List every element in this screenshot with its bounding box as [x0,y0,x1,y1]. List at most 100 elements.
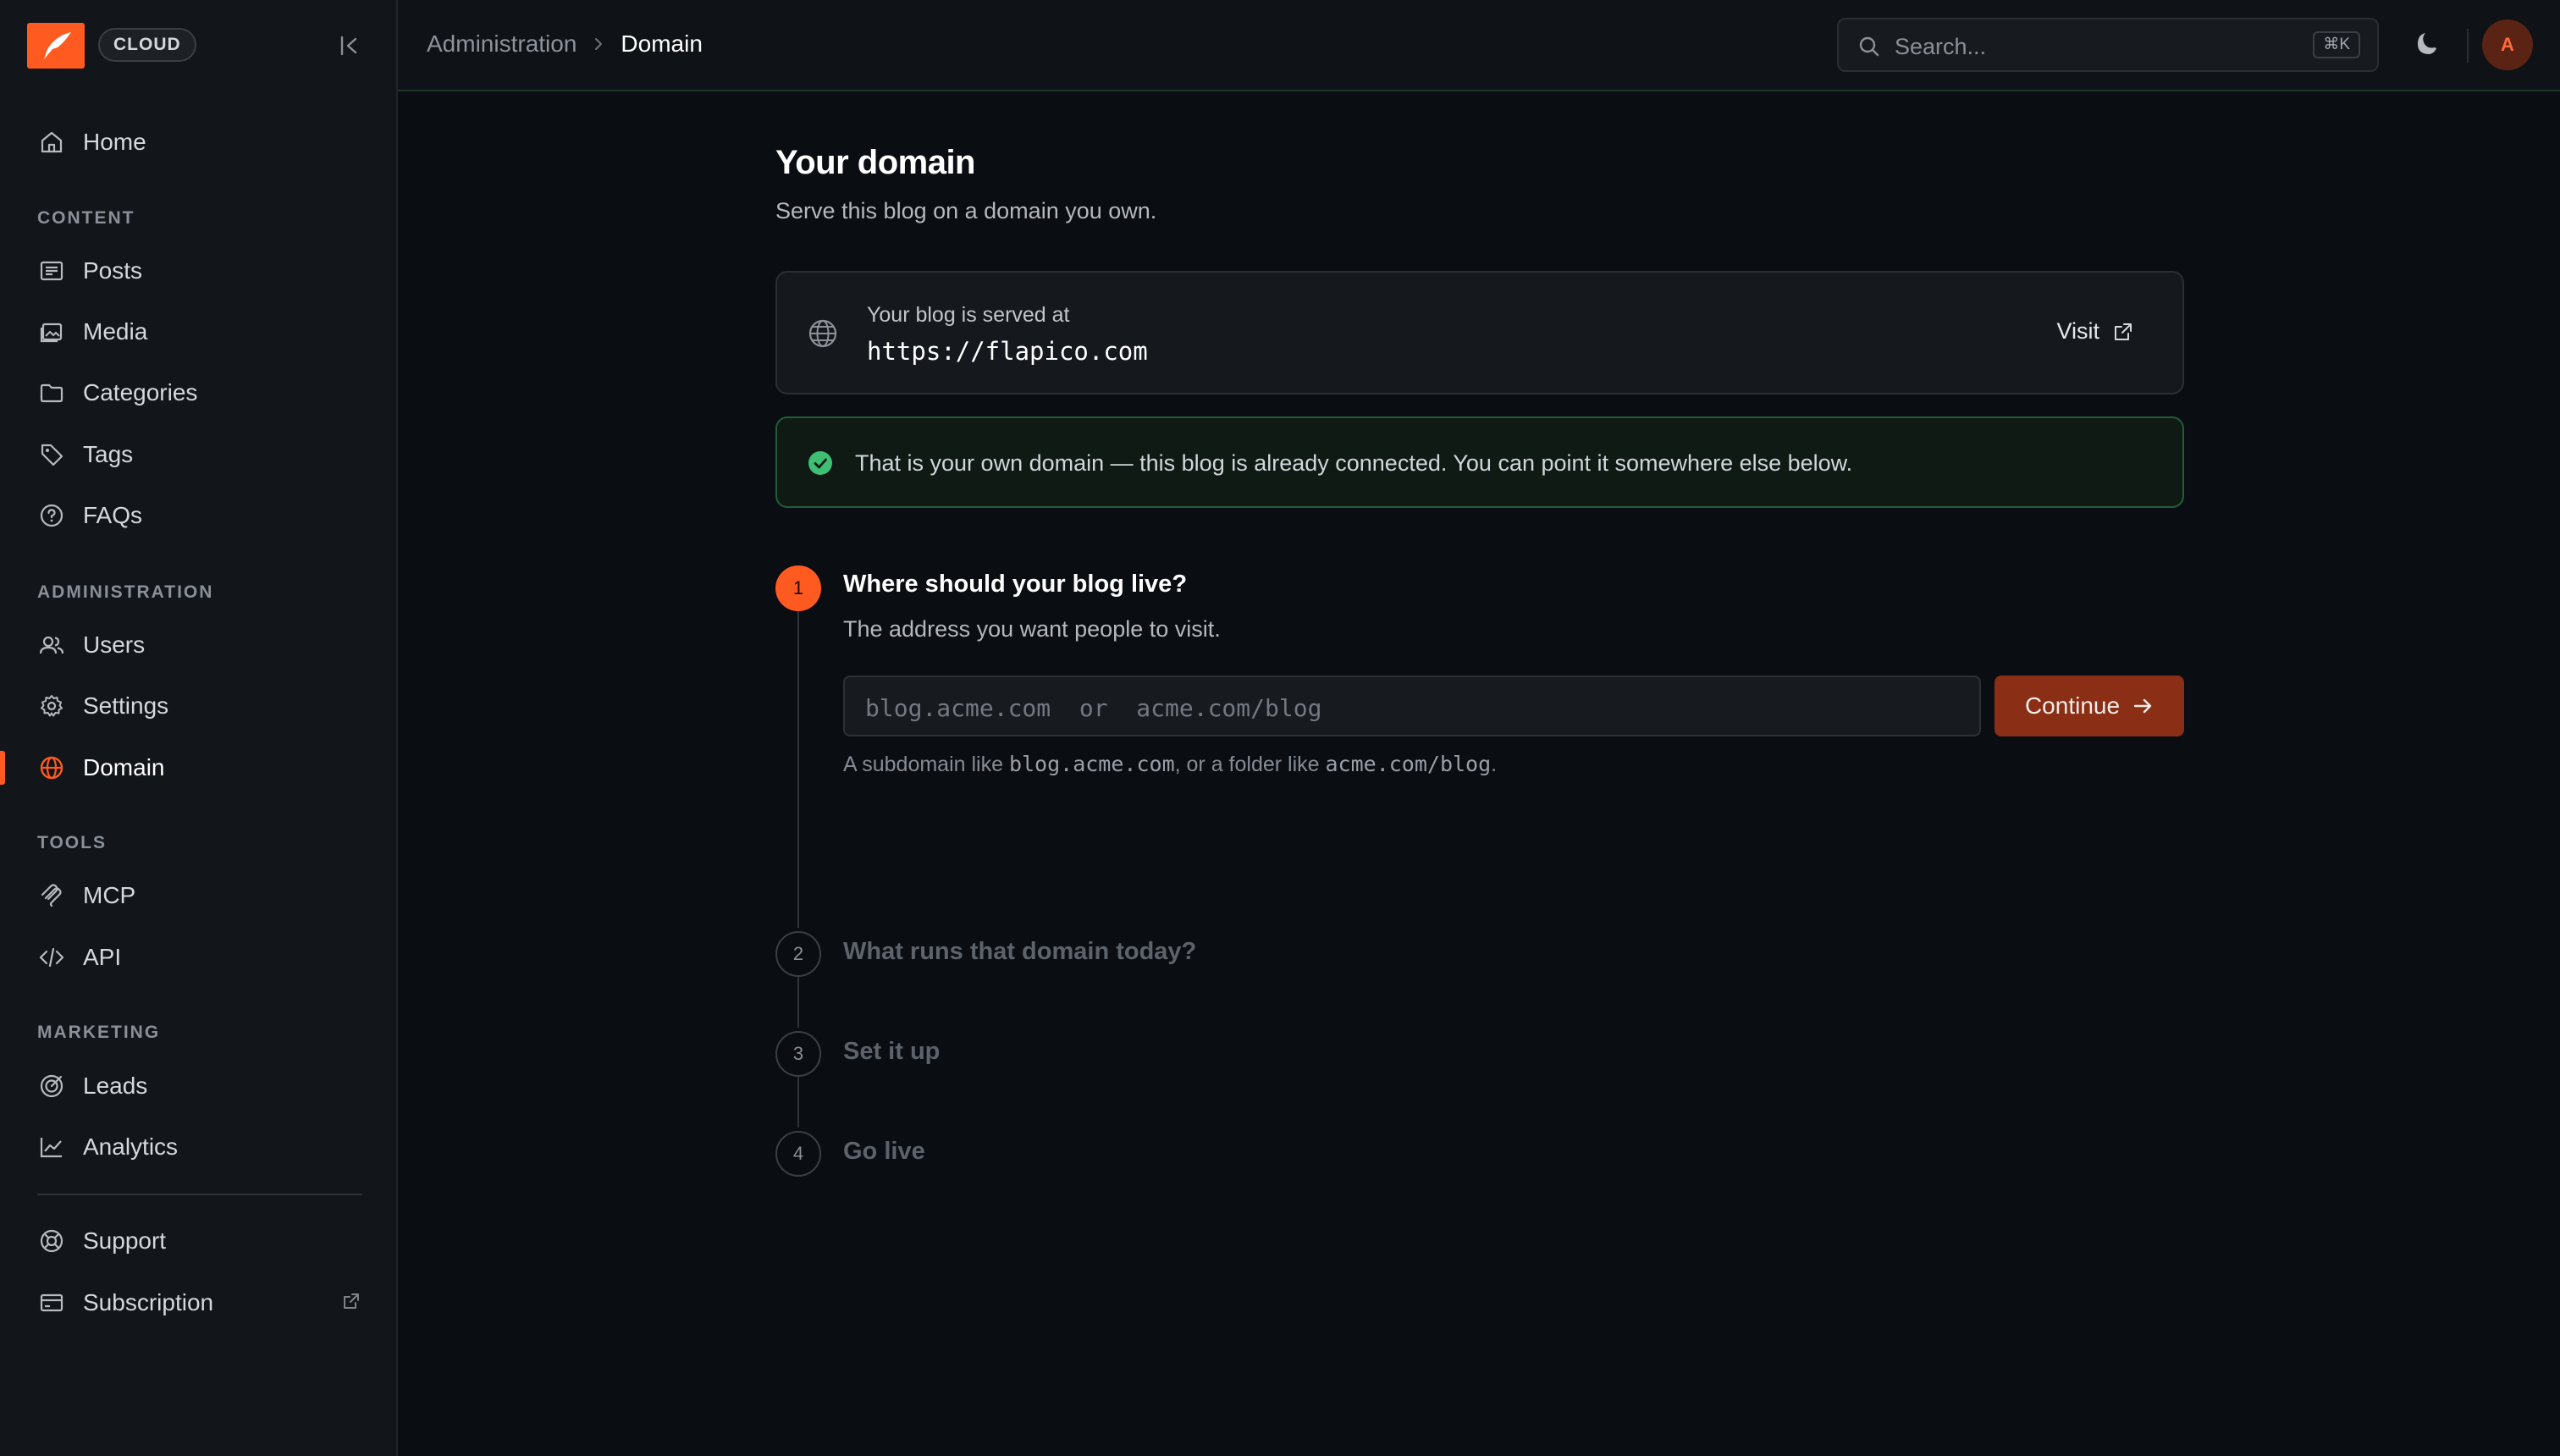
sidebar-item-domain[interactable]: Domain [0,742,398,793]
sidebar-item-label: Categories [83,379,198,405]
visit-label: Visit [2056,318,2099,344]
continue-button[interactable]: Continue [1994,676,2184,736]
step-title-2: What runs that domain today? [843,938,1197,965]
search-input[interactable]: Search... ⌘K [1837,18,2379,72]
step-number-4: 4 [775,1131,821,1177]
breadcrumb: Administration Domain [427,30,703,58]
sidebar: CLOUD Home CONTENT Posts Media Categorie… [0,0,398,1456]
mcp-icon [37,881,66,910]
sidebar-item-users[interactable]: Users [0,620,398,670]
sidebar-item-label: API [83,944,122,970]
step-connector [797,1077,799,1128]
sidebar-header: CLOUD [0,0,396,91]
sidebar-item-label: Tags [83,441,134,467]
section-label-marketing: MARKETING [37,1023,161,1042]
hint-code: acme.com/blog [1325,752,1492,776]
folder-icon [37,378,66,407]
breadcrumb-parent[interactable]: Administration [427,30,577,58]
sidebar-item-label: Media [83,318,148,345]
step-title-1: Where should your blog live? [843,571,1188,598]
sidebar-item-label: Settings [83,692,169,719]
connected-notice: That is your own domain — this blog is a… [775,416,2184,508]
step-connector [797,977,799,1028]
sidebar-item-label: Home [83,129,146,155]
sidebar-item-label: FAQs [83,502,143,528]
hint-code: blog.acme.com [1008,752,1175,776]
globe-icon [37,753,66,782]
sidebar-item-label: Posts [83,257,143,284]
step-connector [797,611,799,928]
notice-text: That is your own domain — this blog is a… [855,450,1853,476]
plan-badge: CLOUD [98,28,196,62]
domain-input-placeholder: blog.acme.com or acme.com/blog [865,694,1322,722]
external-link-icon [2115,323,2132,340]
sidebar-item-api[interactable]: API [0,932,398,983]
step-number-1: 1 [775,565,821,611]
sidebar-item-label: Leads [83,1073,148,1099]
target-icon [37,1072,66,1100]
continue-label: Continue [2024,692,2121,719]
step-description-1: The address you want people to visit. [843,616,1221,642]
served-at-label: Your blog is served at [867,303,1070,327]
media-icon [37,317,66,346]
sidebar-item-subscription[interactable]: Subscription [0,1277,398,1328]
sidebar-item-categories[interactable]: Categories [0,367,398,418]
globe-icon [808,318,838,353]
step-number-3: 3 [775,1031,821,1077]
sidebar-item-posts[interactable]: Posts [0,245,398,296]
code-icon [37,943,66,972]
check-circle-icon [808,450,833,480]
domain-input[interactable]: blog.acme.com or acme.com/blog [843,676,1981,736]
search-placeholder: Search... [1895,34,1987,59]
external-link-icon [342,1289,361,1316]
step-title-4: Go live [843,1138,925,1165]
logo[interactable] [27,23,85,69]
sidebar-item-label: Analytics [83,1133,179,1160]
search-shortcut: ⌘K [2313,31,2360,58]
lifebuoy-icon [37,1227,66,1255]
home-icon [37,128,66,157]
arrow-right-icon [2133,698,2152,714]
visit-button[interactable]: Visit [2056,318,2133,345]
page-title: Your domain [775,144,975,181]
sidebar-item-faqs[interactable]: FAQs [0,490,398,541]
hint-text: A subdomain like [843,753,1009,776]
sidebar-item-support[interactable]: Support [0,1216,398,1266]
sidebar-divider [37,1194,362,1195]
sidebar-item-tags[interactable]: Tags [0,429,398,480]
domain-hint: A subdomain like blog.acme.com, or a fol… [843,752,1497,777]
theme-toggle-button[interactable] [2413,29,2443,63]
collapse-icon [340,36,357,56]
gear-icon [37,692,66,720]
sidebar-item-home[interactable]: Home [0,117,398,168]
page-subtitle: Serve this blog on a domain you own. [775,198,1157,223]
sidebar-item-label: Support [83,1227,167,1254]
avatar[interactable]: A [2482,19,2533,70]
served-at-card: Your blog is served at https://flapico.c… [775,271,2184,394]
search-icon [1857,35,1881,63]
sidebar-item-media[interactable]: Media [0,306,398,357]
step-title-3: Set it up [843,1038,941,1065]
sidebar-item-label: MCP [83,882,136,908]
chart-line-icon [37,1133,66,1161]
tag-icon [37,440,66,469]
sidebar-item-mcp[interactable]: MCP [0,870,398,921]
sidebar-item-settings[interactable]: Settings [0,681,398,731]
sidebar-item-label: Subscription [83,1289,214,1315]
header-divider [2467,29,2469,63]
hint-text: , or a folder like [1174,753,1326,776]
chevron-right-icon [592,36,605,52]
section-label-content: CONTENT [37,208,135,228]
section-label-tools: TOOLS [37,833,107,852]
sidebar-item-analytics[interactable]: Analytics [0,1122,398,1172]
sidebar-item-label: Domain [83,754,165,780]
sidebar-item-label: Users [83,631,146,658]
credit-card-icon [37,1288,66,1317]
sidebar-item-leads[interactable]: Leads [0,1061,398,1111]
top-bar: Administration Domain Search... ⌘K A [398,0,2560,91]
breadcrumb-current: Domain [621,30,703,57]
posts-icon [37,256,66,285]
collapse-sidebar-button[interactable] [335,32,362,59]
hint-text: . [1491,753,1498,776]
served-url: https://flapico.com [867,337,1148,366]
